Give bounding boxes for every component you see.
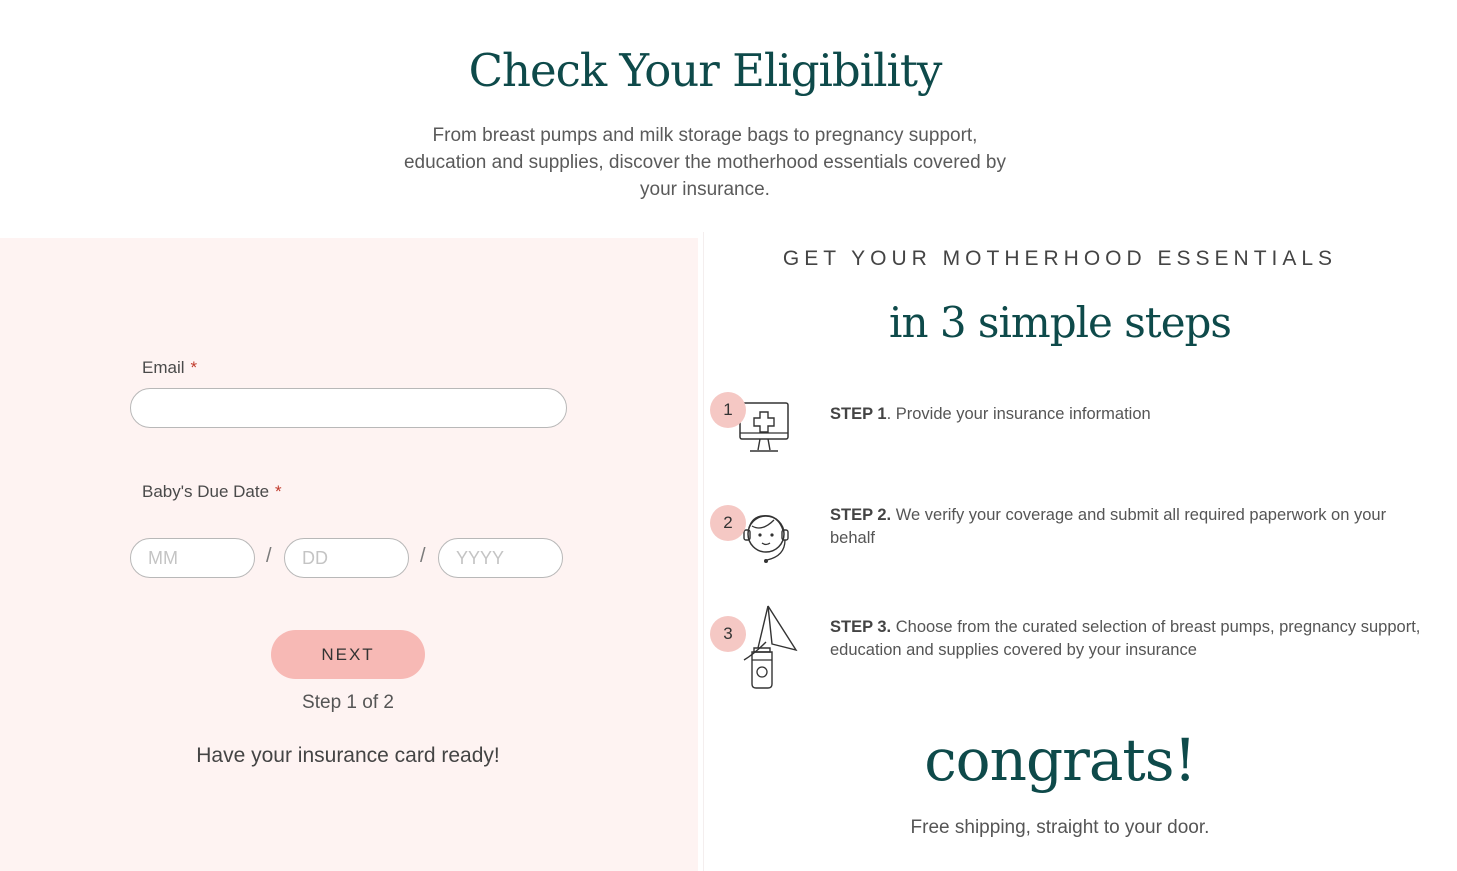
next-button[interactable]: NEXT [271, 630, 425, 679]
step-2-text: STEP 2. We verify your coverage and subm… [830, 504, 1430, 550]
step-1-row: 1 STEP 1. Provide your insurance informa… [710, 392, 1430, 462]
insurance-card-note: Have your insurance card ready! [196, 744, 500, 767]
congrats-heading: congrats! [924, 726, 1197, 794]
step-1-badge: 1 [710, 392, 746, 428]
step-3-description: Choose from the curated selection of bre… [830, 618, 1421, 659]
step-3-badge: 3 [710, 616, 746, 652]
step-1-description: . Provide your insurance information [886, 405, 1151, 423]
form-step-indicator: Step 1 of 2 [302, 692, 394, 713]
step-2-row: 2 STEP 2. We verify your coverage and su… [710, 504, 1430, 574]
due-date-day-input[interactable] [284, 538, 409, 578]
step-3-row: 3 STEP 3. Choose from the curated select… [710, 604, 1430, 690]
email-label-text: Email [142, 358, 185, 377]
required-marker: * [190, 358, 198, 377]
date-separator: / [420, 545, 426, 567]
email-field[interactable] [130, 388, 567, 428]
breast-pump-icon [743, 605, 798, 689]
date-separator: / [266, 545, 272, 567]
eligibility-page: Check Your Eligibility From breast pumps… [0, 0, 1457, 871]
due-date-label-text: Baby's Due Date [142, 482, 270, 501]
page-title: Check Your Eligibility [468, 44, 943, 97]
due-date-year-input[interactable] [438, 538, 563, 578]
required-marker: * [275, 482, 282, 501]
essentials-kicker: GET YOUR MOTHERHOOD ESSENTIALS [782, 247, 1338, 270]
due-date-label: Baby's Due Date * [142, 482, 282, 502]
due-date-month-input[interactable] [130, 538, 255, 578]
step-2-badge: 2 [710, 505, 746, 541]
essentials-heading: in 3 simple steps [889, 298, 1232, 347]
step-2-label: STEP 2. [830, 506, 892, 524]
step-3-text: STEP 3. Choose from the curated selectio… [830, 616, 1430, 662]
step-1-text: STEP 1. Provide your insurance informati… [830, 403, 1430, 426]
step-3-label: STEP 3. [830, 618, 892, 636]
step-2-description: We verify your coverage and submit all r… [830, 506, 1387, 547]
step-1-label: STEP 1 [830, 405, 887, 423]
free-shipping-note: Free shipping, straight to your door. [910, 817, 1210, 838]
eligibility-form-panel: Email * Baby's Due Date * / / NEXT Step 1 … [0, 238, 698, 871]
page-subtitle: From breast pumps and milk storage bags … [403, 125, 1007, 200]
email-label: Email * [142, 358, 197, 378]
